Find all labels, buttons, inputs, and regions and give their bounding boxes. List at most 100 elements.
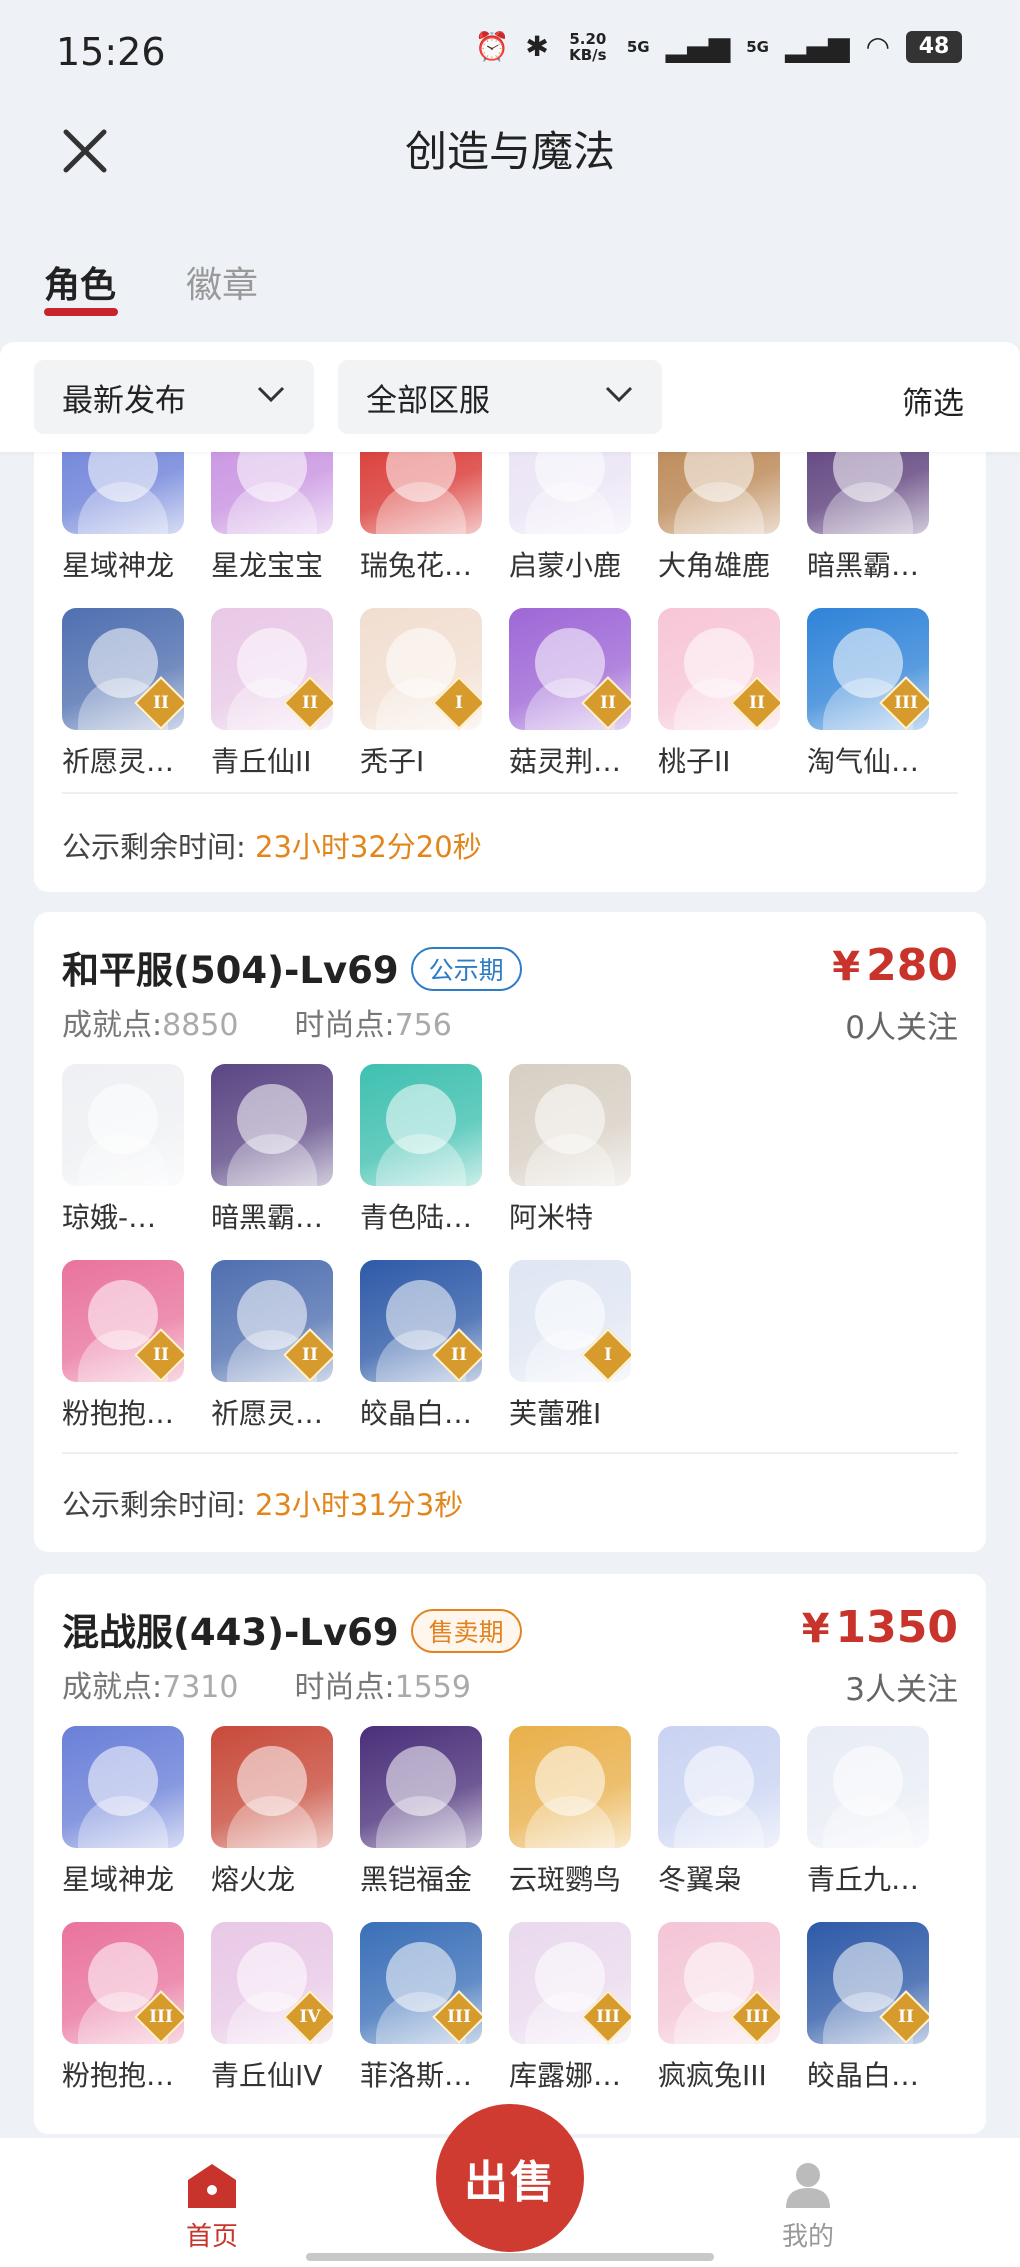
character-thumbnail: II [509,608,631,730]
character-item[interactable]: II 菇灵荆… [509,608,639,780]
character-item[interactable]: 暗黑霸… [211,1064,341,1236]
character-item[interactable]: 星龙宝宝 [211,452,341,584]
character-name: 暗黑霸… [807,549,920,582]
character-item[interactable]: III 库露娜… [509,1922,639,2094]
character-name: 黑铠福金 [360,1863,473,1896]
listing-card[interactable]: 星域神龙 星龙宝宝 瑞兔花… 启蒙小鹿 大角雄鹿 暗黑霸… II 祈愿灵… II 青丘仙II I 秃… [34,452,986,892]
character-item[interactable]: 熔火龙 [211,1726,341,1898]
character-item[interactable]: III 粉抱抱… [62,1922,192,2094]
character-item[interactable]: II 祈愿灵… [211,1260,341,1432]
character-thumbnail: III [360,1922,482,2044]
character-item[interactable]: 冬翼枭 [658,1726,788,1898]
character-thumbnail: II [211,608,333,730]
sort-dropdown[interactable]: 最新发布 [34,360,314,434]
rank-badge-label: II [153,693,169,713]
character-item[interactable]: 瑞兔花… [360,452,490,584]
character-thumbnail [509,452,631,534]
character-thumbnail: I [509,1260,631,1382]
character-art-body [376,1796,466,1848]
character-name: 粉抱抱… [62,1397,175,1430]
character-thumbnail [62,1726,184,1848]
listing-title: 混战服(443)-Lv69 售卖期 [62,1602,522,1657]
achievement-value: 8850 [162,1008,239,1043]
battery-icon: 48 [906,30,962,63]
status-bar: 15:26 ⏰ ✱ 5.20 KB/s 5G ▂▄▆ 5G ▂▄▆ ◠ 48 [0,0,1020,110]
character-name: 青丘仙IV [211,2059,323,2092]
achievement-value: 7310 [162,1670,239,1705]
character-item[interactable]: 黑铠福金 [360,1726,490,1898]
character-art-body [525,1796,615,1848]
character-thumbnail: II [211,1260,333,1382]
countdown: 公示剩余时间: 23小时32分20秒 [62,824,482,866]
character-thumbnail [360,452,482,534]
user-icon [786,2163,830,2208]
character-item[interactable]: III 菲洛斯… [360,1922,490,2094]
followers-count: 3人关注 [845,1672,958,1708]
character-item[interactable]: 青丘九… [807,1726,937,1898]
signal-5g-1: 5G [626,37,650,56]
character-item[interactable]: 云斑鹦鸟 [509,1726,639,1898]
character-thumbnail [211,1064,333,1186]
status-icons: ⏰ ✱ 5.20 KB/s 5G ▂▄▆ 5G ▂▄▆ ◠ 48 [474,30,962,63]
character-item[interactable]: II 皎晶白… [807,1922,937,2094]
character-item[interactable]: III 淘气仙… [807,608,937,780]
character-item[interactable]: 启蒙小鹿 [509,452,639,584]
character-item[interactable]: II 桃子II [658,608,788,780]
character-thumbnail [211,452,333,534]
server-dropdown[interactable]: 全部区服 [338,360,662,434]
character-name: 秃子I [360,745,425,778]
listing-stats: 成就点:8850 时尚点:756 [62,1000,452,1044]
character-item[interactable]: 青色陆… [360,1064,490,1236]
character-item[interactable]: I 秃子I [360,608,490,780]
character-item[interactable]: II 粉抱抱… [62,1260,192,1432]
character-item[interactable]: 星域神龙 [62,1726,192,1898]
tab-roles[interactable]: 角色 [44,256,116,308]
sell-button[interactable]: 出售 [436,2104,584,2252]
character-item[interactable]: I 芙蕾雅I [509,1260,639,1432]
signal-icon-2: ▂▄▆ [784,30,850,63]
character-name: 皎晶白… [807,2059,920,2092]
character-item[interactable]: IV 青丘仙IV [211,1922,341,2094]
server-level: 和平服(504)-Lv69 [62,949,399,992]
character-item[interactable]: III 疯疯兔III [658,1922,788,2094]
character-thumbnail [211,1726,333,1848]
character-item[interactable]: II 皎晶白… [360,1260,490,1432]
nav-mine[interactable]: 我的 [778,2160,838,2253]
home-icon [188,2164,236,2208]
character-item[interactable]: II 祈愿灵… [62,608,192,780]
character-item[interactable]: 暗黑霸… [807,452,937,584]
countdown-label: 公示剩余时间: [62,1488,246,1522]
listing-card[interactable]: 和平服(504)-Lv69 公示期 成就点:8850 时尚点:756 ¥280 0人… [34,912,986,1552]
wifi-icon: ◠ [865,30,890,63]
tab-badges[interactable]: 徽章 [186,256,258,308]
character-art-body [227,482,317,534]
character-item[interactable]: 阿米特 [509,1064,639,1236]
character-item[interactable]: 大角雄鹿 [658,452,788,584]
character-item[interactable]: 星域神龙 [62,452,192,584]
character-name: 芙蕾雅I [509,1397,602,1430]
rank-badge-label: II [302,693,318,713]
listing-card[interactable]: 混战服(443)-Lv69 售卖期 成就点:7310 时尚点:1559 ¥1350 … [34,1574,986,2134]
character-thumbnail: III [658,1922,780,2044]
followers-count: 0人关注 [845,1010,958,1046]
filter-button[interactable]: 筛选 [902,378,964,423]
alarm-icon: ⏰ [474,30,510,63]
character-thumbnail [658,452,780,534]
character-name: 琼娥-… [62,1201,157,1234]
divider [62,1452,958,1454]
listing-title: 和平服(504)-Lv69 公示期 [62,940,522,995]
character-name: 暗黑霸… [211,1201,324,1234]
character-name: 淘气仙… [807,745,920,778]
rank-badge-label: IV [299,2007,321,2027]
rank-badge-label: I [604,1345,612,1365]
character-item[interactable]: 琼娥-… [62,1064,192,1236]
character-name: 库露娜… [509,2059,622,2092]
character-name: 云斑鹦鸟 [509,1863,622,1896]
filter-bar: 最新发布 全部区服 筛选 [0,342,1020,452]
character-item[interactable]: II 青丘仙II [211,608,341,780]
character-thumbnail [509,1726,631,1848]
rank-badge-label: II [600,693,616,713]
character-name: 阿米特 [509,1201,594,1234]
nav-home[interactable]: 首页 [182,2160,242,2253]
signal-5g-2: 5G [746,37,769,56]
